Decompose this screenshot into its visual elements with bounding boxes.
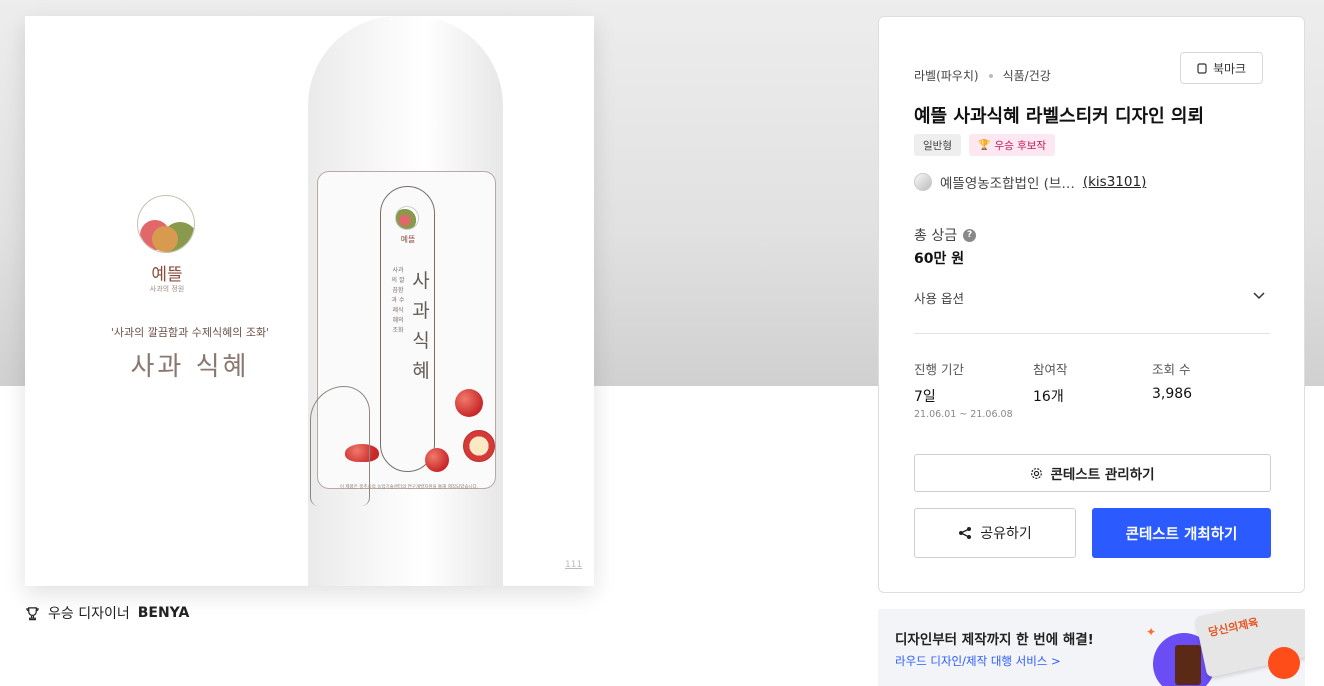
period-value: 7일 bbox=[914, 389, 936, 405]
period-label: 진행 기간 bbox=[914, 362, 964, 377]
owner-id-link[interactable]: (kis3101) bbox=[1083, 174, 1147, 190]
bookmark-label: 북마크 bbox=[1212, 61, 1247, 76]
image-watermark: 111 bbox=[565, 560, 583, 570]
product-name: 사과 식혜 bbox=[130, 352, 250, 382]
winner-label: 우승 디자이너 bbox=[48, 606, 130, 622]
prize-value: 60만 원 bbox=[914, 251, 965, 267]
entries-value: 16개 bbox=[1033, 389, 1064, 405]
bookmark-button[interactable]: 북마크 bbox=[1180, 52, 1263, 84]
share-button[interactable]: 공유하기 bbox=[914, 508, 1076, 558]
divider bbox=[914, 333, 1270, 334]
type-badge-label: 일반형 bbox=[923, 139, 952, 152]
host-contest-label: 콘테스트 개최하기 bbox=[1125, 526, 1238, 543]
brand-subtitle: 사과의 정원 bbox=[149, 285, 185, 293]
apple-half-icon bbox=[463, 430, 495, 462]
banner-title: 디자인부터 제작까지 한 번에 해결! bbox=[895, 632, 1094, 648]
breadcrumb-separator bbox=[988, 73, 993, 78]
views-value: 3,986 bbox=[1152, 386, 1193, 402]
prize-label: 총 상금 bbox=[914, 228, 958, 244]
label-vertical-sub: 사과의 깔끔함과 수제식혜의 조화 bbox=[391, 267, 405, 334]
contest-info-card: 라벨(파우치) 식품/건강 북마크 예뜰 사과식혜 라벨스티커 디자인 의뢰 일… bbox=[878, 16, 1305, 593]
gear-icon bbox=[1031, 467, 1043, 479]
banner-product-graphic bbox=[1175, 645, 1201, 685]
winner-candidate-label: 우승 후보작 bbox=[994, 139, 1047, 152]
host-contest-button[interactable]: 콘테스트 개최하기 bbox=[1092, 508, 1271, 558]
share-icon bbox=[959, 527, 972, 539]
label-footnote: 이 제품은 충주시의 농업기술센터의 연구개발지원을 통해 제작되었습니다. bbox=[339, 485, 479, 490]
help-icon[interactable]: ? bbox=[963, 228, 977, 242]
manage-contest-label: 콘테스트 관리하기 bbox=[1050, 467, 1155, 483]
promo-banner[interactable]: 디자인부터 제작까지 한 번에 해결! 라우드 디자인/제작 대행 서비스 > … bbox=[878, 609, 1305, 686]
banner-link[interactable]: 라우드 디자인/제작 대행 서비스 > bbox=[895, 653, 1061, 669]
entries-label: 참여작 bbox=[1033, 362, 1068, 377]
views-label: 조회 수 bbox=[1152, 362, 1191, 377]
winner-candidate-badge: 🏆 우승 후보작 bbox=[968, 134, 1056, 156]
breadcrumb-category[interactable]: 라벨(파우치) bbox=[914, 67, 979, 84]
period-dates: 21.06.01 ~ 21.06.08 bbox=[914, 409, 1013, 420]
label-logo-icon bbox=[395, 206, 419, 230]
apple-icon bbox=[425, 448, 449, 472]
label-brand: 예뜰 bbox=[400, 235, 416, 244]
type-badge: 일반형 bbox=[914, 134, 961, 156]
sparkle-icon: ✦ bbox=[1146, 625, 1157, 639]
breadcrumb-subcategory[interactable]: 식품/건강 bbox=[1003, 67, 1051, 84]
tagline: '사과의 깔끔함과 수제식혜의 조화' bbox=[110, 326, 270, 339]
brand-logo-icon bbox=[137, 195, 195, 253]
contest-title: 예뜰 사과식혜 라벨스티커 디자인 의뢰 bbox=[914, 106, 1205, 127]
badge-group: 일반형 🏆 우승 후보작 bbox=[914, 134, 1056, 156]
banner-orange-circle bbox=[1268, 647, 1300, 679]
owner-name: 예뜰영농조합법인 (브… bbox=[940, 176, 1075, 192]
share-label: 공유하기 bbox=[980, 526, 1032, 542]
chevron-down-icon[interactable] bbox=[1252, 288, 1266, 302]
trophy-icon bbox=[26, 606, 39, 620]
apple-icon bbox=[455, 389, 483, 417]
trophy-icon: 🏆 bbox=[977, 139, 991, 151]
manage-contest-button[interactable]: 콘테스트 관리하기 bbox=[914, 454, 1271, 492]
brand-name: 예뜰 bbox=[151, 265, 183, 285]
label-vertical-title: 사과식혜 bbox=[412, 270, 430, 382]
contest-owner[interactable]: 예뜰영농조합법인 (브… (kis3101) bbox=[914, 172, 1146, 192]
product-image[interactable]: 예뜰 사과의 정원 '사과의 깔끔함과 수제식혜의 조화' 사과 식혜 예뜰 사… bbox=[25, 16, 594, 586]
winner-name[interactable]: BENYA bbox=[138, 605, 190, 621]
usage-option-label[interactable]: 사용 옵션 bbox=[914, 288, 964, 307]
avatar bbox=[914, 173, 932, 191]
winner-designer: 우승 디자이너 BENYA bbox=[25, 603, 189, 623]
bookmark-icon bbox=[1197, 62, 1207, 74]
breadcrumb: 라벨(파우치) 식품/건강 bbox=[914, 67, 1051, 84]
prize-label-row: 총 상금 ? bbox=[914, 225, 977, 245]
